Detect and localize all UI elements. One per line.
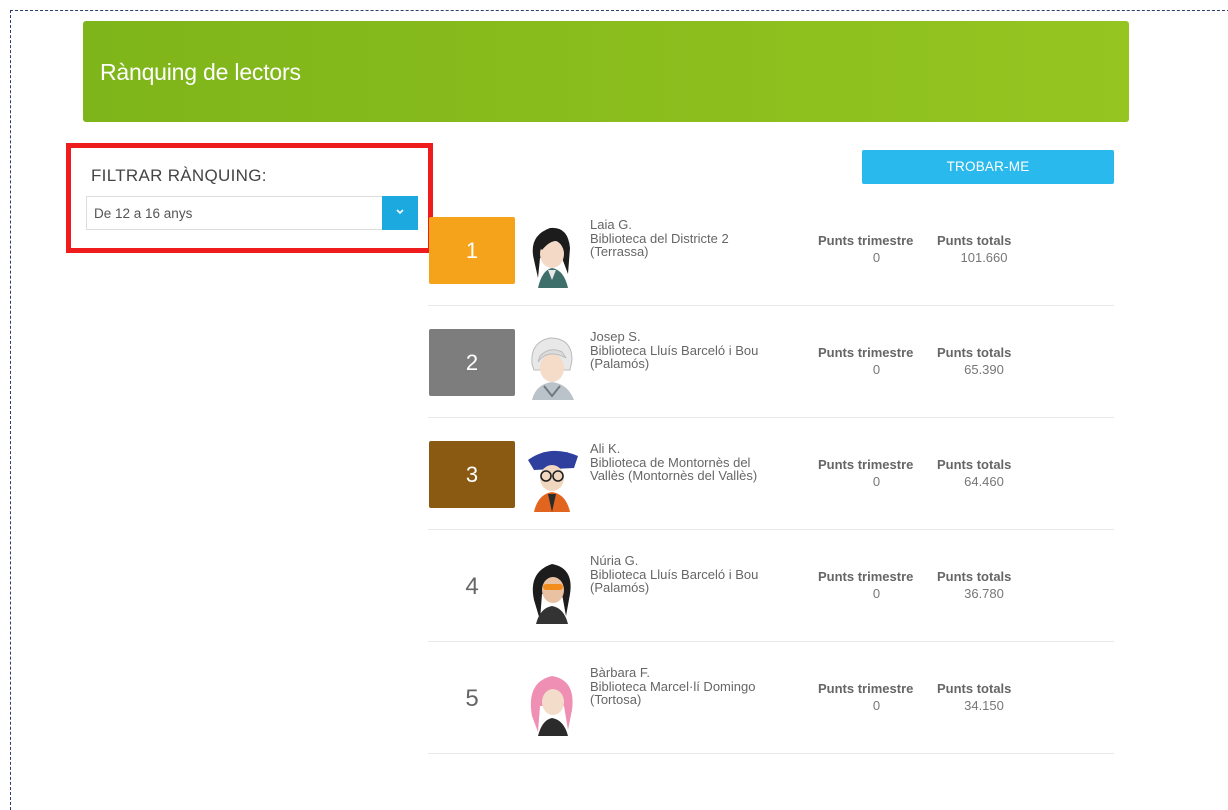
girl-pink-hair-avatar [530,676,573,736]
punts-totals-value: 101.660 [960,250,1008,265]
filter-label: FILTRAR RÀNQUING: [91,166,267,185]
reader-library: Biblioteca Lluís Barceló i Bou [590,566,759,582]
punts-totals-header: Punts totals [937,681,1012,696]
ranking-row[interactable]: 4 Núria G. Biblioteca Lluís Barceló i Bo… [428,530,1114,642]
page-title: Rànquing de lectors [100,59,301,85]
punts-totals-value: 36.780 [964,586,1004,601]
filter-section: FILTRAR RÀNQUING: De 12 a 16 anys [66,143,433,253]
punts-totals-value: 34.150 [964,698,1004,713]
punts-trimestre-header: Punts trimestre [818,233,914,248]
punts-trimestre-header: Punts trimestre [818,457,914,472]
page-header: Rànquing de lectors [83,21,1129,122]
punts-totals-header: Punts totals [937,233,1012,248]
punts-trimestre-value: 0 [872,586,881,601]
ranking-row[interactable]: 3 Ali K. Biblioteca de Montornès del Val… [428,418,1114,530]
punts-trimestre-value: 0 [872,698,881,713]
rank-badge-gold: 1 [429,217,515,284]
ranking-row[interactable]: 1 Laia G. Biblioteca del Districte 2 (Te… [428,194,1114,306]
reader-library: Biblioteca Marcel·lí Domingo [590,678,756,694]
reader-info: Josep S. Biblioteca Lluís Barceló i Bou … [590,330,815,371]
punts-totals-header: Punts totals [937,345,1012,360]
age-filter-value: De 12 a 16 anys [94,206,193,221]
reader-library: Biblioteca de Montornès del [590,454,751,470]
reader-name: Ali K. [590,441,621,456]
punts-totals-value: 65.390 [964,362,1004,377]
ranking-row[interactable]: 5 Bàrbara F. Biblioteca Marcel·lí Doming… [428,642,1114,754]
reader-name: Bàrbara F. [590,665,650,680]
punts-totals-header: Punts totals [937,457,1012,472]
dropdown-toggle-button[interactable] [382,196,418,230]
reader-info: Bàrbara F. Biblioteca Marcel·lí Domingo … [590,666,815,707]
rank-number: 5 [465,685,479,712]
reader-library-city: (Terrassa) [590,244,649,259]
punts-trimestre-value: 0 [872,250,881,265]
reader-info: Laia G. Biblioteca del Districte 2 (Terr… [590,218,815,259]
ranking-row[interactable]: 2 Josep S. Biblioteca Lluís Barceló i Bo… [428,306,1114,418]
reader-library-city: (Palamós) [590,356,650,371]
reader-library: Biblioteca del Districte 2 [590,230,729,246]
boy-blue-hair-glasses-avatar [528,450,578,512]
reader-name: Laia G. [590,217,632,232]
rank-badge-silver: 2 [429,329,515,396]
reader-library-city: Vallès (Montornès del Vallès) [590,468,758,483]
punts-trimestre-header: Punts trimestre [818,569,914,584]
reader-info: Núria G. Biblioteca Lluís Barceló i Bou … [590,554,815,595]
boy-white-hair-avatar [531,337,574,400]
girl-sunglasses-avatar [532,564,571,624]
age-filter-select[interactable]: De 12 a 16 anys [86,196,418,230]
reader-library-city: (Palamós) [590,580,650,595]
find-me-button[interactable]: TROBAR-ME [862,150,1114,184]
reader-info: Ali K. Biblioteca de Montornès del Vallè… [590,442,815,483]
punts-trimestre-header: Punts trimestre [818,681,914,696]
rank-number: 4 [465,573,479,600]
girl-black-hair-avatar [532,227,570,288]
reader-library: Biblioteca Lluís Barceló i Bou [590,342,759,358]
chevron-down-icon [396,209,404,215]
reader-library-city: (Tortosa) [590,692,642,707]
punts-totals-header: Punts totals [937,569,1012,584]
reader-name: Núria G. [590,553,639,568]
reader-name: Josep S. [590,329,641,344]
rank-badge-bronze: 3 [429,441,515,508]
punts-totals-value: 64.460 [964,474,1004,489]
punts-trimestre-value: 0 [872,474,881,489]
punts-trimestre-value: 0 [872,362,881,377]
punts-trimestre-header: Punts trimestre [818,345,914,360]
